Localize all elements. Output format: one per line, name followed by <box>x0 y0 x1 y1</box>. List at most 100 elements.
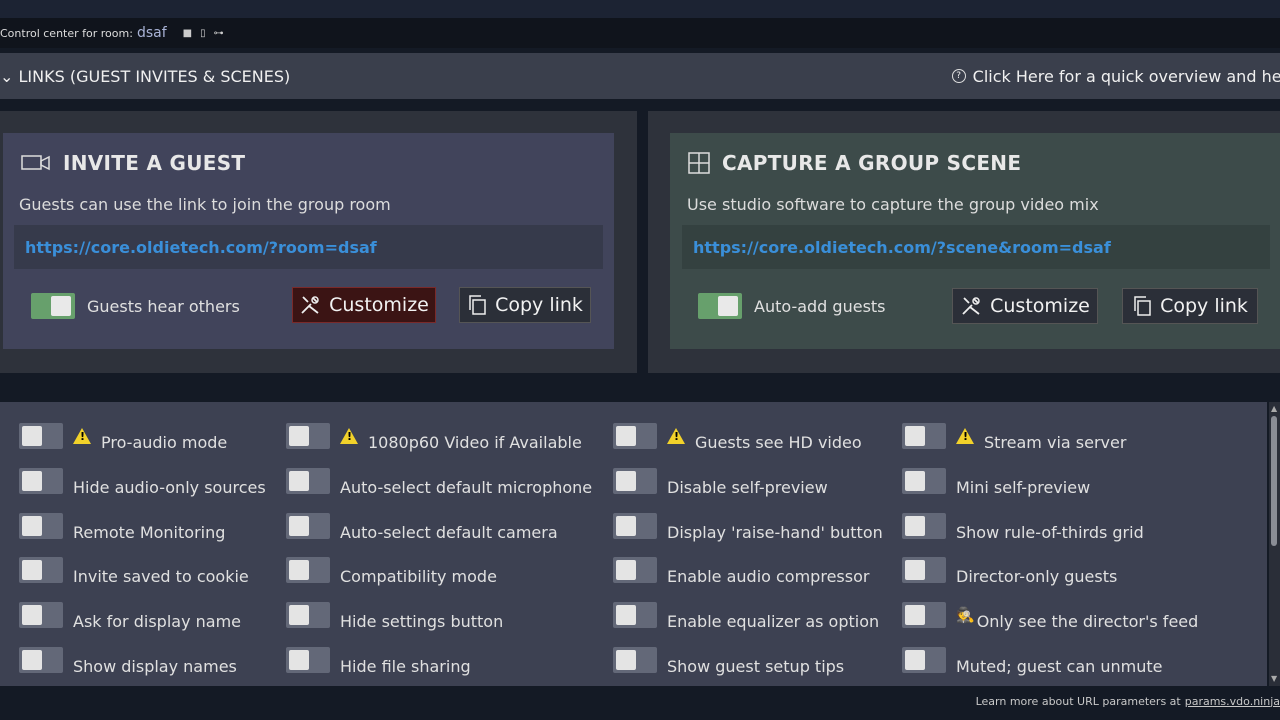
option-toggle[interactable] <box>902 556 946 583</box>
links-bar[interactable]: ⌄ LINKS (GUEST INVITES & SCENES) ? Click… <box>0 53 1280 99</box>
invite-link[interactable]: https://core.oldietech.com/?room=dsaf <box>14 225 603 269</box>
option-enable-audio-compressor[interactable]: Enable audio compressor <box>613 553 869 586</box>
guests-hear-others-toggle[interactable] <box>31 293 75 319</box>
params-link[interactable]: params.vdo.ninja <box>1185 695 1280 708</box>
option-toggle[interactable] <box>19 422 63 449</box>
option-label: Director-only guests <box>956 567 1118 586</box>
scene-link[interactable]: https://core.oldietech.com/?scene&room=d… <box>682 225 1270 269</box>
option-toggle[interactable] <box>613 422 657 449</box>
copy-icon <box>469 295 486 315</box>
help-text: Click Here for a quick overview and hel <box>972 66 1280 86</box>
scene-customize-button[interactable]: Customize <box>952 288 1098 324</box>
option-toggle[interactable] <box>613 601 657 628</box>
option-toggle[interactable] <box>613 467 657 494</box>
option-label: Invite saved to cookie <box>73 567 249 586</box>
option-auto-select-default-camera[interactable]: Auto-select default camera <box>286 509 558 542</box>
room-prefix: Control center for room: <box>0 26 133 40</box>
option-label: Disable self-preview <box>667 478 828 497</box>
options-scrollbar-thumb[interactable] <box>1271 416 1277 546</box>
option-hide-settings-button[interactable]: Hide settings button <box>286 598 503 631</box>
option-toggle[interactable] <box>286 556 330 583</box>
option-mini-self-preview[interactable]: Mini self-preview <box>902 464 1090 497</box>
option-show-guest-setup-tips[interactable]: Show guest setup tips <box>613 643 844 676</box>
option-toggle[interactable] <box>286 601 330 628</box>
option-label: Enable equalizer as option <box>667 612 880 631</box>
footer-text: Learn more about URL parameters at <box>975 694 1181 708</box>
option-toggle[interactable] <box>19 601 63 628</box>
auto-add-guests-toggle[interactable] <box>698 293 742 319</box>
auto-add-guests-option[interactable]: Auto-add guests <box>698 293 886 319</box>
option-auto-select-default-microphone[interactable]: Auto-select default microphone <box>286 464 592 497</box>
save-icon[interactable]: ■ <box>183 28 192 39</box>
invite-customize-button[interactable]: Customize <box>292 287 436 323</box>
scroll-down-icon[interactable]: ▼ <box>1271 674 1277 683</box>
option-toggle[interactable] <box>19 556 63 583</box>
help-icon: ? <box>951 69 966 83</box>
warning-icon <box>73 427 91 444</box>
option-toggle[interactable] <box>902 512 946 539</box>
option-show-rule-of-thirds-grid[interactable]: Show rule-of-thirds grid <box>902 509 1144 542</box>
option-label: Enable audio compressor <box>667 567 870 586</box>
chevron-icon: ⌄ <box>0 66 19 86</box>
network-icon[interactable]: ⊶ <box>214 28 224 39</box>
option-label: Hide audio-only sources <box>73 478 266 497</box>
scene-copy-label: Copy link <box>1160 295 1248 317</box>
option-invite-saved-to-cookie[interactable]: Invite saved to cookie <box>19 553 249 586</box>
option-only-see-the-director-s-feed[interactable]: 🕵 Only see the director's feed <box>902 598 1198 631</box>
option-hide-file-sharing[interactable]: Hide file sharing <box>286 643 471 676</box>
option-label: Auto-select default microphone <box>340 478 593 497</box>
option-label: Pro-audio mode <box>101 433 228 452</box>
option-muted-guest-can-unmute[interactable]: Muted; guest can unmute <box>902 643 1162 676</box>
option-toggle[interactable] <box>613 556 657 583</box>
option-toggle[interactable] <box>902 601 946 628</box>
option-show-display-names[interactable]: Show display names <box>19 643 237 676</box>
option-remote-monitoring[interactable]: Remote Monitoring <box>19 509 225 542</box>
option-label: 1080p60 Video if Available <box>368 433 582 452</box>
guests-hear-others-option[interactable]: Guests hear others <box>31 293 240 319</box>
option-toggle[interactable] <box>902 422 946 449</box>
option-toggle[interactable] <box>19 467 63 494</box>
option-disable-self-preview[interactable]: Disable self-preview <box>613 464 828 497</box>
room-bar: Control center for room: dsaf ■ ▯ ⊶ <box>0 18 1280 48</box>
invite-card: INVITE A GUEST Guests can use the link t… <box>3 133 614 349</box>
links-header[interactable]: ⌄ LINKS (GUEST INVITES & SCENES) <box>0 67 290 86</box>
option-toggle[interactable] <box>286 422 330 449</box>
scene-copy-button[interactable]: Copy link <box>1122 288 1258 324</box>
option-toggle[interactable] <box>613 646 657 673</box>
top-strip <box>0 0 1280 18</box>
scene-title-text: CAPTURE A GROUP SCENE <box>722 151 1022 175</box>
option-toggle[interactable] <box>19 512 63 539</box>
option-compatibility-mode[interactable]: Compatibility mode <box>286 553 497 586</box>
option-toggle[interactable] <box>19 646 63 673</box>
help-link[interactable]: ? Click Here for a quick overview and he… <box>951 66 1280 86</box>
warning-icon <box>956 427 974 444</box>
scroll-up-icon[interactable]: ▲ <box>1271 404 1277 413</box>
option-guests-see-hd-video[interactable]: Guests see HD video <box>613 419 862 452</box>
invite-copy-button[interactable]: Copy link <box>459 287 591 323</box>
grid-icon <box>688 152 710 174</box>
option-ask-for-display-name[interactable]: Ask for display name <box>19 598 241 631</box>
option-pro-audio-mode[interactable]: Pro-audio mode <box>19 419 227 452</box>
window-icon[interactable]: ▯ <box>200 28 206 39</box>
option-toggle[interactable] <box>902 646 946 673</box>
scene-customize-label: Customize <box>990 295 1090 317</box>
option-label: Compatibility mode <box>340 567 497 586</box>
invite-copy-label: Copy link <box>495 294 583 316</box>
option-toggle[interactable] <box>286 646 330 673</box>
option-hide-audio-only-sources[interactable]: Hide audio-only sources <box>19 464 266 497</box>
option-label: Hide settings button <box>340 612 504 631</box>
option-label: Ask for display name <box>73 612 241 631</box>
option-1080p60-video-if-available[interactable]: 1080p60 Video if Available <box>286 419 582 452</box>
option-enable-equalizer-as-option[interactable]: Enable equalizer as option <box>613 598 879 631</box>
option-toggle[interactable] <box>613 512 657 539</box>
option-toggle[interactable] <box>286 512 330 539</box>
option-stream-via-server[interactable]: Stream via server <box>902 419 1126 452</box>
option-toggle[interactable] <box>902 467 946 494</box>
invite-customize-label: Customize <box>329 294 429 316</box>
option-toggle[interactable] <box>286 467 330 494</box>
invite-section: INVITE A GUEST Guests can use the link t… <box>0 111 637 373</box>
scene-section: CAPTURE A GROUP SCENE Use studio softwar… <box>648 111 1280 373</box>
option-display-raise-hand-button[interactable]: Display 'raise-hand' button <box>613 509 883 542</box>
option-director-only-guests[interactable]: Director-only guests <box>902 553 1117 586</box>
option-label: Show rule-of-thirds grid <box>956 523 1144 542</box>
